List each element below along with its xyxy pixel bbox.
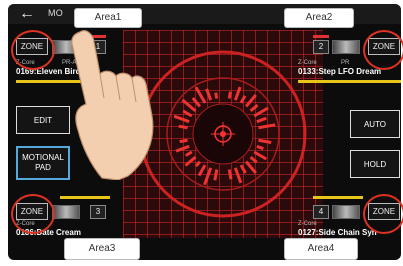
area2-label: Area2 bbox=[284, 8, 354, 28]
zone2-highlight-circle bbox=[363, 30, 403, 70]
level-tick bbox=[179, 138, 188, 144]
area4-label: Area4 bbox=[284, 238, 358, 260]
level-tick bbox=[194, 160, 202, 168]
zone4-color-bar bbox=[313, 196, 363, 199]
zone4-waveform-thumbnail bbox=[332, 205, 360, 219]
level-tick bbox=[181, 98, 197, 113]
edit-button[interactable]: EDIT bbox=[16, 106, 70, 134]
level-tick bbox=[256, 144, 264, 151]
hold-button[interactable]: HOLD bbox=[350, 150, 400, 178]
level-tick bbox=[244, 93, 257, 108]
zone3-color-bar bbox=[60, 196, 110, 199]
level-tick bbox=[178, 124, 188, 130]
zone2-color-bar bbox=[313, 35, 329, 38]
level-tick bbox=[175, 144, 190, 153]
level-tick bbox=[253, 150, 268, 161]
zone2-bank: PR bbox=[341, 60, 350, 66]
level-tick bbox=[244, 160, 257, 175]
zone4-highlight-circle bbox=[363, 194, 403, 234]
arrow-left-icon[interactable]: ← bbox=[14, 6, 40, 22]
area1-label: Area1 bbox=[74, 8, 142, 28]
level-tick bbox=[184, 155, 197, 167]
level-tick bbox=[185, 150, 193, 157]
level-tick bbox=[253, 106, 269, 118]
level-tick bbox=[214, 92, 219, 99]
zone2-engine: Z-Core bbox=[298, 60, 317, 66]
zone3-highlight-circle bbox=[11, 194, 55, 234]
level-tick bbox=[213, 169, 219, 181]
level-tick bbox=[233, 167, 243, 184]
zone4-engine: Z-Core bbox=[298, 221, 317, 227]
zone2-waveform-thumbnail bbox=[332, 40, 360, 54]
zone2-number: 2 bbox=[313, 40, 329, 54]
level-tick bbox=[203, 167, 213, 186]
level-tick bbox=[256, 116, 267, 124]
zone1-highlight-circle bbox=[11, 30, 55, 70]
level-tick bbox=[233, 86, 242, 101]
level-tick bbox=[227, 169, 233, 180]
screen-title: MO bbox=[48, 8, 64, 18]
zone4-number: 4 bbox=[313, 205, 329, 219]
zone3-waveform-thumbnail bbox=[52, 205, 80, 219]
level-tick bbox=[191, 97, 202, 108]
level-tick bbox=[258, 123, 276, 130]
level-tick bbox=[194, 86, 207, 104]
auto-button[interactable]: AUTO bbox=[350, 110, 400, 138]
level-tick bbox=[249, 155, 258, 164]
level-tick bbox=[227, 91, 232, 99]
level-tick bbox=[258, 138, 272, 144]
level-tick bbox=[197, 164, 207, 177]
level-tick bbox=[239, 164, 247, 174]
zone2-level-bar bbox=[298, 80, 401, 83]
zone3-number: 3 bbox=[90, 205, 106, 219]
level-tick bbox=[173, 114, 190, 124]
area3-label: Area3 bbox=[64, 238, 140, 260]
level-tick bbox=[182, 109, 193, 118]
level-tick bbox=[249, 103, 259, 113]
hand-pointer-icon bbox=[71, 30, 154, 180]
motional-pad-button[interactable]: MOTIONAL PAD bbox=[16, 146, 70, 180]
level-tick bbox=[205, 88, 213, 101]
level-tick bbox=[239, 95, 247, 104]
